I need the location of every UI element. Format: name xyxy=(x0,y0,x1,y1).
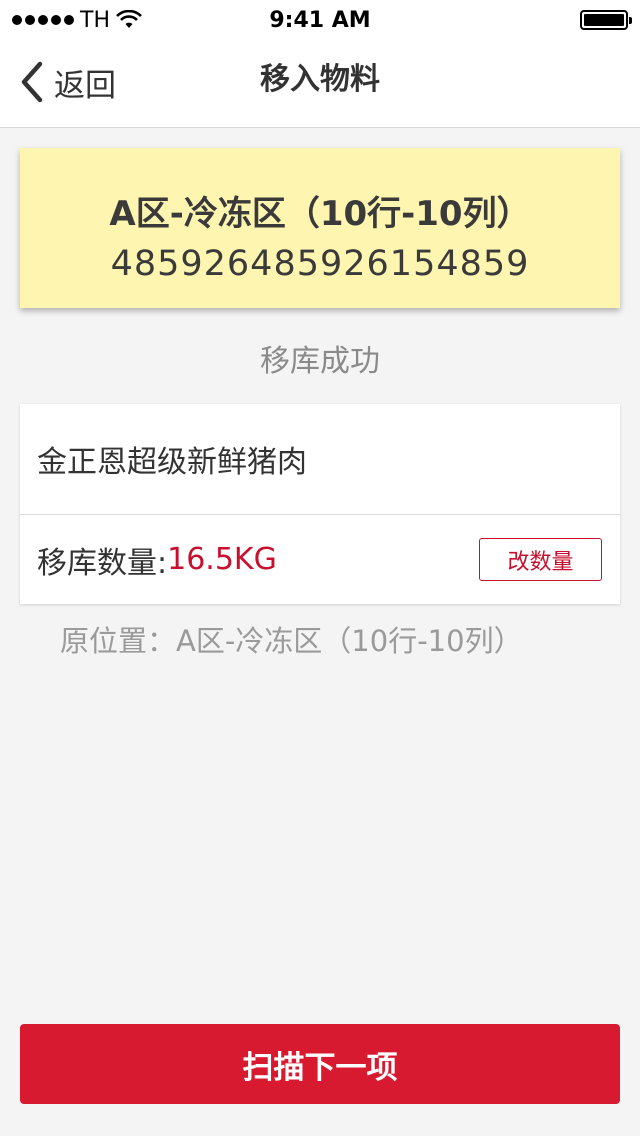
location-name: A区-冷冻区（10行-10列） xyxy=(109,194,531,234)
quantity-value: 16.5KG xyxy=(167,542,277,577)
back-label: 返回 xyxy=(54,67,116,104)
product-name: 金正恩超级新鲜猪肉 xyxy=(37,445,307,480)
back-button[interactable]: 返回 xyxy=(18,58,116,106)
change-quantity-button[interactable]: 改数量 xyxy=(479,538,602,581)
status-message: 移库成功 xyxy=(260,344,380,379)
location-code: 485926485926154859 xyxy=(110,244,530,284)
quantity-label: 移库数量: xyxy=(37,545,168,581)
signal-icon xyxy=(12,15,74,25)
scan-next-button[interactable]: 扫描下一项 xyxy=(20,1024,620,1104)
battery-fill xyxy=(584,14,624,26)
chevron-left-icon xyxy=(21,61,43,103)
wifi-icon xyxy=(116,10,142,28)
carrier-label: TH xyxy=(80,7,110,33)
status-left: TH xyxy=(12,8,142,33)
product-card: 金正恩超级新鲜猪肉 移库数量: 16.5KG 改数量 xyxy=(20,404,620,604)
location-card: A区-冷冻区（10行-10列） 485926485926154859 xyxy=(20,148,620,308)
status-bar: TH 9:41 AM xyxy=(0,0,640,40)
battery-icon xyxy=(580,10,632,30)
nav-bar: 返回 移入物料 xyxy=(0,40,640,128)
original-location: 原位置：A区-冷冻区（10行-10列） xyxy=(60,624,523,658)
